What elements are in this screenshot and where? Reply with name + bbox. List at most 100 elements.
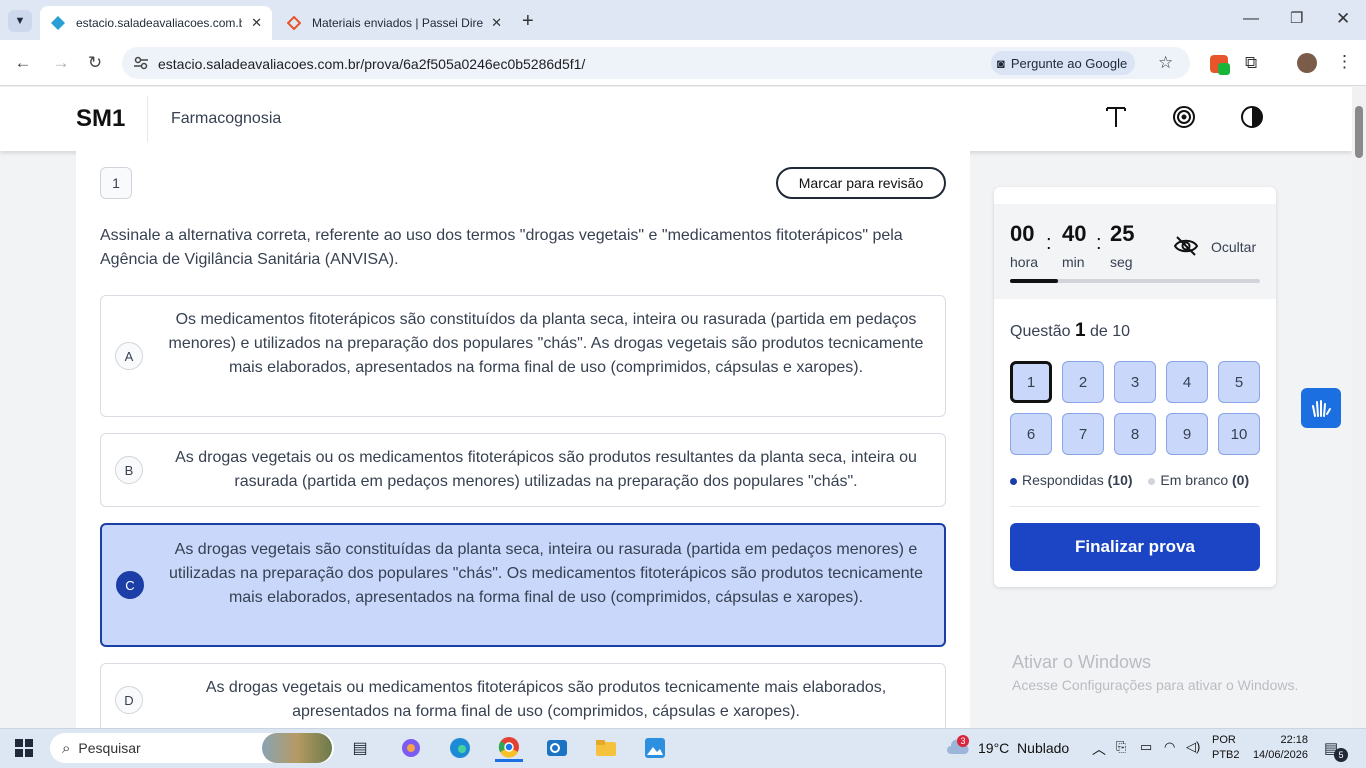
reload-icon[interactable]: ↻	[84, 52, 106, 74]
option-text: Os medicamentos fitoterápicos são consti…	[168, 311, 924, 376]
contrast-icon[interactable]	[1238, 103, 1266, 131]
bookmark-star-icon[interactable]: ☆	[1158, 53, 1173, 73]
photos-icon[interactable]	[641, 734, 669, 762]
timer-progress-fill	[1010, 279, 1058, 283]
counter-suffix: de 10	[1089, 323, 1131, 340]
eye-off-icon[interactable]	[1173, 235, 1199, 262]
scrollbar[interactable]	[1352, 87, 1366, 728]
option-letter: D	[115, 686, 143, 714]
tab-list-chevron-icon[interactable]: ▼	[8, 10, 32, 32]
volume-icon[interactable]: ◁)	[1186, 739, 1200, 755]
question-nav-button[interactable]: 8	[1114, 413, 1156, 455]
font-size-icon[interactable]	[1102, 103, 1130, 131]
language-indicator[interactable]: POR PTB2	[1212, 733, 1240, 763]
question-nav-button[interactable]: 6	[1010, 413, 1052, 455]
search-icon: ⌕	[62, 739, 71, 757]
blank-dot-icon	[1148, 477, 1156, 485]
ask-google-label: Pergunte ao Google	[1010, 55, 1128, 71]
file-explorer-icon[interactable]	[592, 734, 620, 762]
timer-colon: :	[1046, 232, 1052, 254]
scrollbar-thumb[interactable]	[1355, 106, 1363, 158]
counter-current: 1	[1074, 320, 1086, 341]
estacio-favicon-icon	[50, 15, 66, 31]
focus-target-icon[interactable]	[1170, 103, 1198, 131]
tab-label: Materiais enviados | Passei Dire	[312, 16, 484, 30]
question-nav-button[interactable]: 1	[1010, 361, 1052, 403]
finish-exam-button[interactable]: Finalizar prova	[1010, 523, 1260, 571]
timer-minutes-label: min	[1062, 254, 1085, 270]
windows-activation-subtitle: Acesse Configurações para ativar o Windo…	[1012, 677, 1299, 693]
wifi-icon[interactable]: ◠	[1164, 739, 1175, 755]
question-nav-button[interactable]: 2	[1062, 361, 1104, 403]
search-label: Pesquisar	[78, 740, 141, 756]
edge-icon[interactable]	[446, 734, 474, 762]
option-d[interactable]: D As drogas vegetais ou medicamentos fit…	[100, 663, 946, 737]
language-code: POR	[1212, 734, 1236, 746]
question-nav-button[interactable]: 7	[1062, 413, 1104, 455]
show-hidden-icons-icon[interactable]: ︿	[1092, 739, 1106, 759]
question-counter: Questão 1 de 10	[1010, 320, 1130, 342]
new-tab-icon[interactable]: +	[522, 10, 534, 33]
windows-start-icon[interactable]	[15, 739, 33, 762]
tray-battery-icon[interactable]: ▭	[1140, 739, 1152, 755]
option-letter: A	[115, 342, 143, 370]
option-c[interactable]: C As drogas vegetais são constituídas da…	[100, 523, 946, 647]
blank-label: Em branco	[1160, 472, 1229, 488]
lens-icon: ◙	[997, 55, 1005, 71]
option-b[interactable]: B As drogas vegetais ou os medicamentos …	[100, 433, 946, 507]
extensions-puzzle-icon[interactable]: ⧉	[1245, 53, 1257, 73]
extension-icon[interactable]	[1210, 55, 1230, 75]
timer-seconds: 25	[1110, 221, 1135, 246]
profile-avatar[interactable]	[1297, 53, 1317, 73]
tray-device-icon[interactable]: ⎘	[1116, 739, 1126, 755]
tab-estacio[interactable]: estacio.saladeavaliacoes.com.br ✕	[40, 6, 272, 40]
question-nav-button[interactable]: 5	[1218, 361, 1260, 403]
minimize-icon[interactable]: —	[1243, 10, 1259, 28]
hide-timer-button[interactable]: Ocultar	[1211, 239, 1256, 255]
tab-passei-direto[interactable]: Materiais enviados | Passei Dire ✕	[276, 6, 512, 40]
close-tab-icon[interactable]: ✕	[251, 15, 262, 31]
url-text[interactable]: estacio.saladeavaliacoes.com.br/prova/6a…	[158, 56, 585, 72]
outlook-icon[interactable]	[543, 734, 571, 762]
option-letter: B	[115, 456, 143, 484]
restore-icon[interactable]: ❐	[1290, 9, 1303, 27]
windows-activation-title: Ativar o Windows	[1012, 652, 1152, 672]
question-number: 1	[100, 167, 132, 199]
question-nav-button[interactable]: 3	[1114, 361, 1156, 403]
forward-icon[interactable]: →	[50, 52, 72, 74]
close-window-icon[interactable]: ✕	[1336, 9, 1350, 29]
weather-text[interactable]: 19°C Nublado	[978, 740, 1069, 756]
question-nav-button[interactable]: 10	[1218, 413, 1260, 455]
taskbar-search[interactable]: ⌕ Pesquisar	[50, 733, 334, 763]
option-text: As drogas vegetais ou os medicamentos fi…	[175, 449, 917, 490]
option-text: As drogas vegetais ou medicamentos fitot…	[205, 679, 887, 720]
question-nav-button[interactable]: 9	[1166, 413, 1208, 455]
menu-kebab-icon[interactable]: ⋮	[1336, 52, 1353, 72]
passei-direto-favicon-icon	[286, 15, 302, 31]
timer-minutes: 40	[1062, 221, 1087, 246]
notification-count-badge: 5	[1334, 748, 1348, 762]
ask-google-button[interactable]: ◙ Pergunte ao Google	[991, 51, 1136, 75]
back-icon[interactable]: ←	[12, 52, 34, 74]
answered-dot-icon	[1010, 477, 1017, 485]
site-info-icon[interactable]	[133, 55, 149, 76]
blank-count: (0)	[1232, 472, 1250, 488]
clock[interactable]: 22:18 14/06/2026	[1250, 733, 1308, 763]
question-nav-button[interactable]: 4	[1166, 361, 1208, 403]
app-logo: SM1	[76, 105, 126, 132]
option-a[interactable]: A Os medicamentos fitoterápicos são cons…	[100, 295, 946, 417]
panel-divider	[1010, 506, 1260, 507]
timer-hours-label: hora	[1010, 254, 1039, 270]
question-statement: Assinale a alternativa correta, referent…	[100, 227, 903, 268]
counter-prefix: Questão	[1010, 323, 1071, 340]
timer-seconds-label: seg	[1110, 254, 1133, 270]
weather-badge: 3	[957, 735, 969, 747]
chrome-icon[interactable]	[495, 734, 523, 762]
sign-language-hands-icon[interactable]	[1301, 388, 1341, 428]
option-letter: C	[116, 571, 144, 599]
course-title: Farmacognosia	[171, 110, 282, 127]
close-tab-icon[interactable]: ✕	[491, 15, 502, 31]
task-view-icon[interactable]: ▤	[346, 734, 374, 762]
copilot-icon[interactable]	[397, 734, 425, 762]
mark-for-review-button[interactable]: Marcar para revisão	[776, 167, 946, 199]
